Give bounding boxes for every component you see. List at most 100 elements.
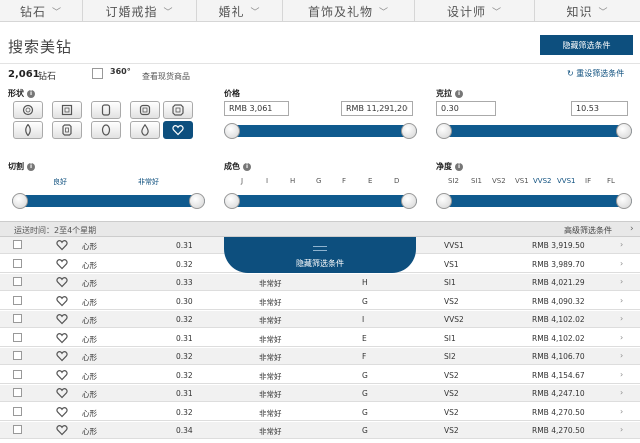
row-color: G xyxy=(362,296,368,306)
table-row[interactable]: 心形 0.32 非常好 I VVS2 RMB 4,102.02 › xyxy=(0,311,640,328)
color-slider[interactable] xyxy=(224,193,417,209)
chevron-right-icon[interactable]: › xyxy=(620,277,623,286)
row-checkbox[interactable] xyxy=(13,314,22,323)
row-carat: 0.32 xyxy=(176,352,193,361)
cut-slider[interactable] xyxy=(12,193,205,209)
row-checkbox[interactable] xyxy=(13,240,22,249)
chevron-down-icon: ﹀ xyxy=(379,7,390,18)
shape-heart-button[interactable] xyxy=(163,121,193,139)
row-checkbox[interactable] xyxy=(13,351,22,360)
heart-icon xyxy=(56,277,68,288)
cut-tick: 良好 xyxy=(53,178,67,186)
shape-asscher-button[interactable] xyxy=(130,101,160,119)
price-slider[interactable] xyxy=(224,123,417,139)
info-icon[interactable]: i xyxy=(243,162,251,171)
chevron-right-icon[interactable]: › xyxy=(620,259,623,268)
page-title: 搜索美钻 xyxy=(8,38,73,56)
shape-emerald-button[interactable] xyxy=(52,121,82,139)
row-checkbox[interactable] xyxy=(13,388,22,397)
info-icon[interactable]: i xyxy=(27,162,35,171)
clarity-tick: VS1 xyxy=(515,177,529,185)
price-max-input[interactable] xyxy=(341,101,413,116)
chevron-right-icon[interactable]: › xyxy=(620,240,623,249)
chevron-right-icon[interactable]: › xyxy=(620,388,623,397)
cut-slider-max-handle[interactable] xyxy=(189,193,205,209)
shape-round-button[interactable] xyxy=(13,101,43,119)
shape-radiant-button[interactable] xyxy=(163,101,193,119)
shape-oval-button[interactable] xyxy=(91,121,121,139)
clarity-slider-min-handle[interactable] xyxy=(436,193,452,209)
row-checkbox[interactable] xyxy=(13,406,22,416)
chevron-right-icon[interactable]: › xyxy=(630,224,634,234)
info-icon[interactable]: i xyxy=(455,162,463,171)
table-row[interactable]: 心形 0.34 非常好 G VS2 RMB 4,270.50 › xyxy=(0,422,640,439)
row-color: G xyxy=(362,389,368,398)
row-checkbox[interactable] xyxy=(13,332,22,342)
chevron-right-icon[interactable]: › xyxy=(620,351,623,360)
color-slider-min-handle[interactable] xyxy=(224,193,240,209)
price-slider-max-handle[interactable] xyxy=(401,123,417,139)
chevron-right-icon[interactable]: › xyxy=(620,407,623,416)
price-slider-min-handle[interactable] xyxy=(224,123,240,139)
advanced-filters-link[interactable]: 高级筛选条件 xyxy=(564,225,612,236)
row-shape: 心形 xyxy=(82,242,97,251)
row-carat: 0.32 xyxy=(176,315,193,324)
reset-filters-link[interactable]: ↻ 重设筛选条件 xyxy=(567,68,624,79)
row-checkbox[interactable] xyxy=(13,295,22,305)
color-slider-max-handle[interactable] xyxy=(401,193,417,209)
heart-icon xyxy=(56,258,68,269)
table-row[interactable]: 心形 0.33 非常好 H SI1 RMB 4,021.29 › xyxy=(0,274,640,291)
row-color: I xyxy=(362,315,365,324)
color-tick: H xyxy=(290,177,296,185)
chevron-right-icon[interactable]: › xyxy=(620,370,623,379)
view-stock-checkbox[interactable] xyxy=(92,68,103,79)
table-row[interactable]: 心形 0.31 非常好 E SI1 RMB 4,102.02 › xyxy=(0,330,640,347)
shape-pear-button[interactable] xyxy=(130,121,160,139)
row-shape: 心形 xyxy=(82,371,97,381)
shape-marquise-button[interactable] xyxy=(13,121,43,139)
nav-item-designers[interactable]: 设计师 ﹀ xyxy=(415,0,535,22)
price-min-input[interactable] xyxy=(224,101,289,116)
row-checkbox[interactable] xyxy=(13,277,22,286)
chevron-right-icon[interactable]: › xyxy=(620,333,623,342)
carat-min-input[interactable] xyxy=(436,101,496,116)
price-filter-label: 价格 xyxy=(224,89,240,98)
row-checkbox[interactable] xyxy=(13,369,22,379)
nav-item-jewelry-gifts[interactable]: 首饰及礼物 ﹀ xyxy=(283,0,415,22)
title-bar: 搜索美钻 隐藏筛选条件 xyxy=(0,23,640,64)
clarity-tick: SI1 xyxy=(471,177,482,185)
nav-item-wedding[interactable]: 婚礼 ﹀ xyxy=(197,0,283,22)
cut-slider-min-handle[interactable] xyxy=(12,193,28,209)
row-color: G xyxy=(362,426,368,435)
heart-icon xyxy=(56,369,68,380)
hide-filters-button[interactable]: 隐藏筛选条件 xyxy=(540,35,633,55)
clarity-tick: SI2 xyxy=(448,177,459,185)
info-icon[interactable]: i xyxy=(27,89,35,98)
chevron-right-icon[interactable]: › xyxy=(620,425,623,434)
table-row[interactable]: 心形 0.32 非常好 F SI2 RMB 4,106.70 › xyxy=(0,348,640,365)
shape-princess-button[interactable] xyxy=(52,101,82,119)
clarity-slider[interactable] xyxy=(436,193,632,209)
row-checkbox[interactable] xyxy=(13,258,22,268)
row-checkbox[interactable] xyxy=(13,425,22,434)
table-row[interactable]: 心形 0.32 非常好 G VS2 RMB 4,270.50 › xyxy=(0,404,640,421)
carat-slider-max-handle[interactable] xyxy=(616,123,632,139)
table-row[interactable]: 心形 0.31 非常好 G VS2 RMB 4,247.10 › xyxy=(0,385,640,402)
color-tick: G xyxy=(316,177,322,185)
hide-filters-tab[interactable]: 隐藏筛选条件 xyxy=(224,237,416,273)
grip-icon xyxy=(313,246,327,251)
carat-slider[interactable] xyxy=(436,123,632,139)
chevron-right-icon[interactable]: › xyxy=(620,296,623,305)
clarity-slider-max-handle[interactable] xyxy=(616,193,632,209)
table-row[interactable]: 心形 0.30 非常好 G VS2 RMB 4,090.32 › xyxy=(0,293,640,310)
carat-slider-min-handle[interactable] xyxy=(436,123,452,139)
row-carat: 0.31 xyxy=(176,389,193,398)
table-row[interactable]: 心形 0.32 非常好 G VS2 RMB 4,154.67 › xyxy=(0,367,640,384)
carat-max-input[interactable] xyxy=(571,101,628,116)
info-icon[interactable]: i xyxy=(455,89,463,98)
nav-item-diamonds[interactable]: 钻石 ﹀ xyxy=(0,0,83,22)
nav-item-engagement-rings[interactable]: 订婚戒指 ﹀ xyxy=(83,0,197,22)
shape-cushion-button[interactable] xyxy=(91,101,121,119)
nav-item-education[interactable]: 知识 ﹀ xyxy=(535,0,640,22)
chevron-right-icon[interactable]: › xyxy=(620,314,623,323)
